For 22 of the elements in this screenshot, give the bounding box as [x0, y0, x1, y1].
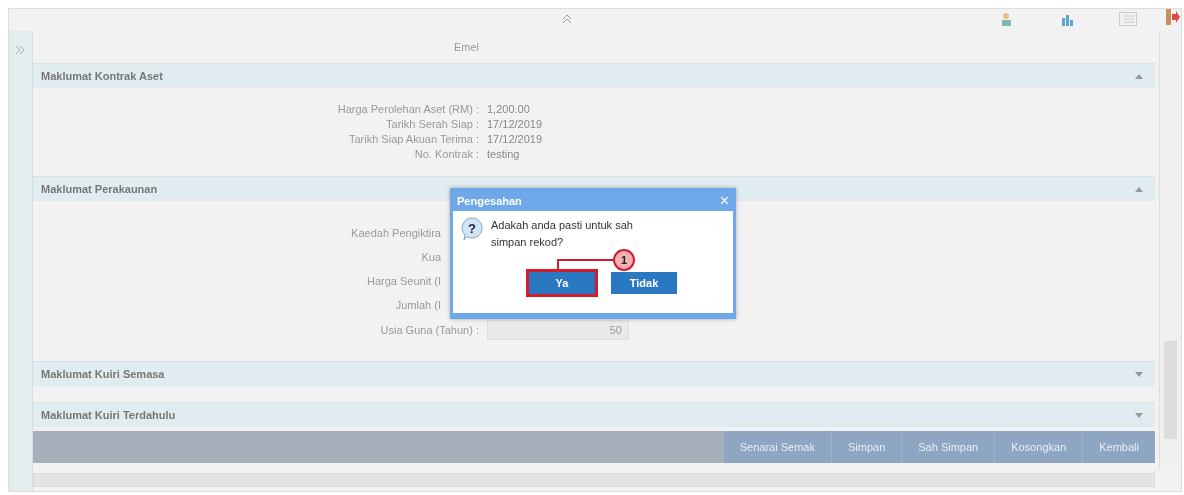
field-value: 17/12/2019: [487, 117, 543, 133]
field-value: testing: [487, 147, 520, 163]
field-label: No. Kontrak :: [413, 147, 480, 163]
section-title: Maklumat Kuiri Terdahulu: [41, 407, 176, 423]
dialog-title: Pengesahan: [457, 193, 522, 209]
field-label: Tarikh Siap Akuan Terima :: [347, 132, 480, 148]
field-value: 17/12/2019: [487, 132, 543, 148]
dialog-message: Adakah anda pasti untuk sah simpan rekod?: [491, 218, 634, 250]
field-label: Jumlah (I: [394, 297, 442, 313]
section-title: Maklumat Kontrak Aset: [41, 68, 163, 84]
callout-marker: 1: [613, 249, 635, 271]
field-label: Emel: [452, 39, 480, 55]
question-icon: ?: [461, 217, 483, 241]
field-label: Kaedah Pengiktira: [350, 225, 442, 241]
field-label: Harga Perolehan Aset (RM) :: [336, 102, 480, 118]
field-label: Harga Seunit (I: [366, 273, 442, 289]
section-title: Maklumat Perakaunan: [41, 181, 158, 197]
field-label: Kua: [420, 249, 442, 265]
field-label: Tarikh Serah Siap :: [385, 117, 480, 133]
field-label: Usia Guna (Tahun) :: [379, 322, 480, 338]
section-title: Maklumat Kuiri Semasa: [41, 366, 165, 382]
field-value: 1,200.00: [487, 102, 530, 118]
